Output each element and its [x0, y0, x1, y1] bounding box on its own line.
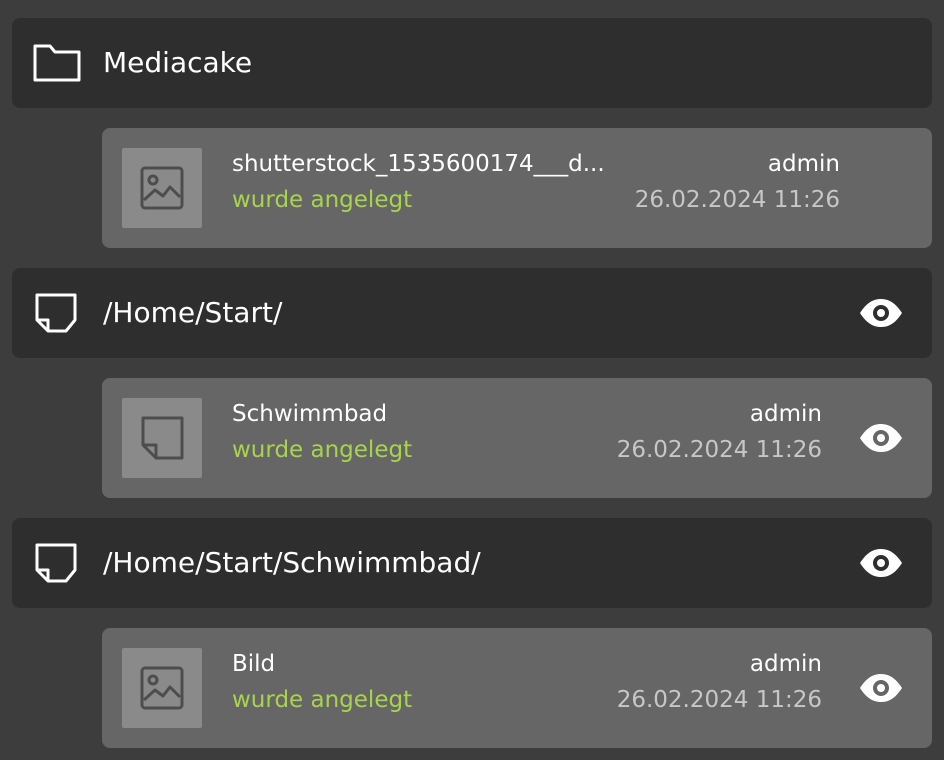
activity-entry[interactable]: Bild wurde angelegt admin 26.02.2024 11:…	[102, 628, 932, 748]
entry-name: Schwimmbad	[232, 401, 388, 427]
entry-name: Bild	[232, 651, 276, 677]
entry-action: wurde angelegt	[232, 687, 413, 713]
image-icon	[140, 666, 184, 710]
group-header-mediacake[interactable]: Mediacake	[12, 18, 932, 108]
page-icon	[141, 416, 184, 460]
group-title: /Home/Start/	[103, 296, 283, 329]
group-header-home-start[interactable]: /Home/Start/	[12, 268, 932, 358]
activity-entry[interactable]: Schwimmbad wurde angelegt admin 26.02.20…	[102, 378, 932, 498]
entry-thumbnail	[122, 148, 202, 228]
group-title: /Home/Start/Schwimmbad/	[103, 546, 481, 579]
entry-thumbnail	[122, 398, 202, 478]
entry-date: 26.02.2024 11:26	[616, 437, 822, 463]
page-icon	[32, 293, 82, 333]
activity-entry[interactable]: shutterstock_1535600174___d... wurde ang…	[102, 128, 932, 248]
folder-icon	[32, 43, 82, 83]
entry-user: admin	[749, 401, 822, 427]
entry-action: wurde angelegt	[232, 187, 413, 213]
eye-icon[interactable]	[858, 673, 904, 703]
group-header-schwimmbad[interactable]: /Home/Start/Schwimmbad/	[12, 518, 932, 608]
entry-date: 26.02.2024 11:26	[634, 187, 840, 213]
entry-user: admin	[749, 651, 822, 677]
group-title: Mediacake	[103, 46, 253, 79]
entry-name: shutterstock_1535600174___d...	[232, 151, 605, 177]
eye-icon[interactable]	[858, 548, 904, 578]
eye-icon[interactable]	[858, 423, 904, 453]
entry-user: admin	[767, 151, 840, 177]
page-icon	[32, 543, 82, 583]
image-icon	[140, 166, 184, 210]
eye-icon[interactable]	[858, 298, 904, 328]
entry-date: 26.02.2024 11:26	[616, 687, 822, 713]
entry-action: wurde angelegt	[232, 437, 413, 463]
entry-thumbnail	[122, 648, 202, 728]
